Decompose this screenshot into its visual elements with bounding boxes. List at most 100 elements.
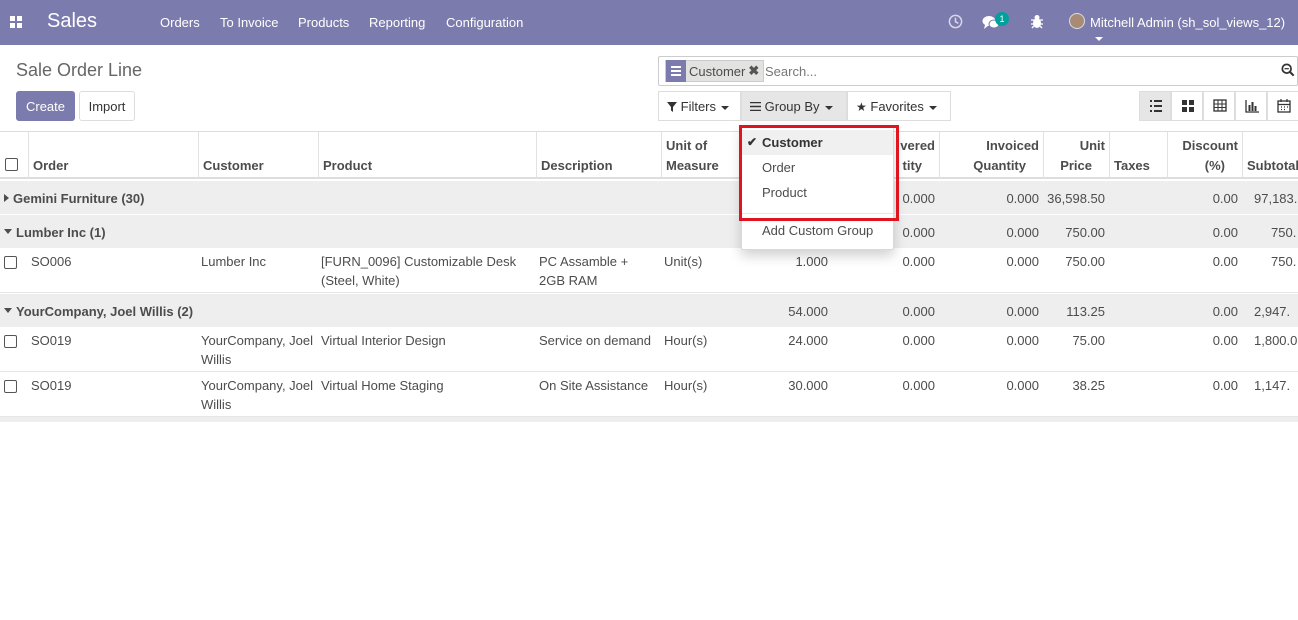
group-expanded-icon	[4, 308, 12, 313]
group-price: 36,598.50	[1047, 191, 1105, 206]
group-delivered: 0.000	[902, 225, 935, 240]
group-label: Lumber Inc (1)	[16, 225, 106, 240]
search-icon[interactable]	[1281, 63, 1295, 77]
row-product: Virtual Interior Design	[321, 333, 446, 348]
header-delivered-line2: tity	[902, 158, 923, 173]
group-subtotal: 750.	[1271, 225, 1297, 240]
menu-reporting[interactable]: Reporting	[369, 15, 425, 30]
add-custom-group-option[interactable]: Add Custom Group	[742, 218, 893, 243]
group-subtotal: 97,183.	[1254, 191, 1298, 206]
menu-products[interactable]: Products	[298, 15, 349, 30]
header-product[interactable]: Product	[318, 132, 536, 179]
filters-label: Filters	[680, 99, 717, 114]
group-label: Gemini Furniture (30)	[13, 191, 145, 206]
row-quantity: 1.000	[795, 254, 828, 269]
select-all-header	[0, 132, 28, 179]
row-uom: Hour(s)	[664, 378, 708, 393]
favorites-button[interactable]: ★ Favorites	[847, 91, 951, 121]
row-price: 38.25	[1072, 378, 1105, 393]
search-input[interactable]: Search...	[765, 64, 817, 79]
kanban-view-button[interactable]	[1171, 91, 1203, 121]
filter-icon	[667, 102, 677, 112]
table-row[interactable]: SO019 YourCompany, Joel Willis Virtual H…	[0, 372, 1298, 417]
debug-bug-icon[interactable]	[1030, 14, 1044, 29]
row-quantity: 24.000	[788, 333, 828, 348]
group-row-gemini-furniture[interactable]: Gemini Furniture (30) 0.000 0.000 36,598…	[0, 180, 1298, 214]
header-taxes[interactable]: Taxes	[1109, 132, 1167, 179]
apps-menu-icon[interactable]	[10, 16, 22, 28]
row-customer-line2: Willis	[201, 352, 232, 367]
calendar-view-button[interactable]	[1267, 91, 1298, 121]
messages-count-badge: 1	[995, 12, 1009, 26]
header-product-label: Product	[323, 158, 373, 173]
filters-button[interactable]: Filters	[658, 91, 741, 121]
highlight-box	[739, 125, 899, 221]
header-uom-line2: Measure	[666, 158, 719, 173]
row-description: PC Assamble +	[539, 254, 629, 269]
user-name: Mitchell Admin (sh_sol_views_12)	[1090, 15, 1286, 30]
row-customer: Lumber Inc	[201, 254, 267, 269]
row-price: 75.00	[1072, 333, 1105, 348]
row-delivered: 0.000	[902, 333, 935, 348]
group-subtotal: 2,947.	[1254, 304, 1291, 319]
row-customer-line2: Willis	[201, 397, 232, 412]
app-name[interactable]: Sales	[47, 10, 97, 33]
row-checkbox[interactable]	[4, 256, 17, 269]
group-invoiced: 0.000	[1006, 191, 1039, 206]
group-discount: 0.00	[1212, 304, 1238, 319]
header-order[interactable]: Order	[28, 132, 198, 179]
row-discount: 0.00	[1212, 333, 1238, 348]
import-button[interactable]: Import	[79, 91, 135, 121]
row-checkbox[interactable]	[4, 380, 17, 393]
row-invoiced: 0.000	[1006, 333, 1039, 348]
filters-caret-icon	[721, 105, 730, 110]
header-customer[interactable]: Customer	[198, 132, 318, 179]
table-row[interactable]: SO019 YourCompany, Joel Willis Virtual I…	[0, 327, 1298, 372]
row-subtotal: 1,800.0	[1254, 333, 1298, 348]
row-order: SO019	[31, 378, 72, 393]
create-button[interactable]: Create	[16, 91, 75, 121]
header-order-label: Order	[33, 158, 69, 173]
user-menu[interactable]: Mitchell Admin (sh_sol_views_12)	[1090, 15, 1298, 45]
group-expanded-icon	[4, 229, 12, 234]
header-subtotal[interactable]: Subtotal	[1242, 132, 1298, 179]
menu-configuration[interactable]: Configuration	[446, 15, 523, 30]
search-facet-customer[interactable]: Customer ✖	[665, 60, 765, 82]
header-description[interactable]: Description	[536, 132, 661, 179]
graph-view-button[interactable]	[1235, 91, 1267, 121]
header-unit-price[interactable]: Unit Price	[1043, 132, 1109, 179]
row-invoiced: 0.000	[1006, 378, 1039, 393]
menu-to-invoice[interactable]: To Invoice	[220, 15, 279, 30]
header-discount-line1: Discount	[1182, 138, 1238, 153]
header-customer-label: Customer	[203, 158, 264, 173]
view-switcher	[1139, 91, 1298, 121]
pivot-view-button[interactable]	[1203, 91, 1235, 121]
header-invoiced-quantity[interactable]: Invoiced Quantity	[939, 132, 1043, 179]
list-view-button[interactable]	[1139, 91, 1171, 121]
row-product: [FURN_0096] Customizable Desk	[321, 254, 517, 269]
activity-clock-icon[interactable]	[948, 14, 963, 29]
group-row-lumber-inc[interactable]: Lumber Inc (1) 0.000 0.000 750.00 0.00 7…	[0, 214, 1298, 248]
table-row[interactable]: SO006 Lumber Inc [FURN_0096] Customizabl…	[0, 248, 1298, 293]
row-quantity: 30.000	[788, 378, 828, 393]
list-icon	[1150, 100, 1162, 112]
header-discount[interactable]: Discount (%)	[1167, 132, 1242, 179]
row-checkbox[interactable]	[4, 335, 17, 348]
row-description-line2: 2GB RAM	[539, 273, 598, 288]
group-by-caret-icon	[824, 105, 833, 110]
group-by-label: Group By	[764, 99, 820, 114]
row-uom: Hour(s)	[664, 333, 708, 348]
group-by-button[interactable]: Group By	[741, 91, 847, 121]
menu-orders[interactable]: Orders	[160, 15, 200, 30]
row-discount: 0.00	[1212, 378, 1238, 393]
groupby-facet-icon	[666, 60, 686, 82]
user-avatar[interactable]	[1069, 13, 1085, 29]
select-all-checkbox[interactable]	[5, 158, 18, 171]
search-bar[interactable]: Customer ✖ Search...	[658, 56, 1298, 86]
star-icon: ★	[856, 100, 867, 114]
group-row-yourcompany-joel-willis[interactable]: YourCompany, Joel Willis (2) 54.000 0.00…	[0, 293, 1298, 327]
group-delivered: 0.000	[902, 191, 935, 206]
facet-remove-icon[interactable]: ✖	[748, 63, 763, 79]
calendar-icon	[1277, 99, 1291, 113]
row-description: On Site Assistance	[539, 378, 649, 393]
